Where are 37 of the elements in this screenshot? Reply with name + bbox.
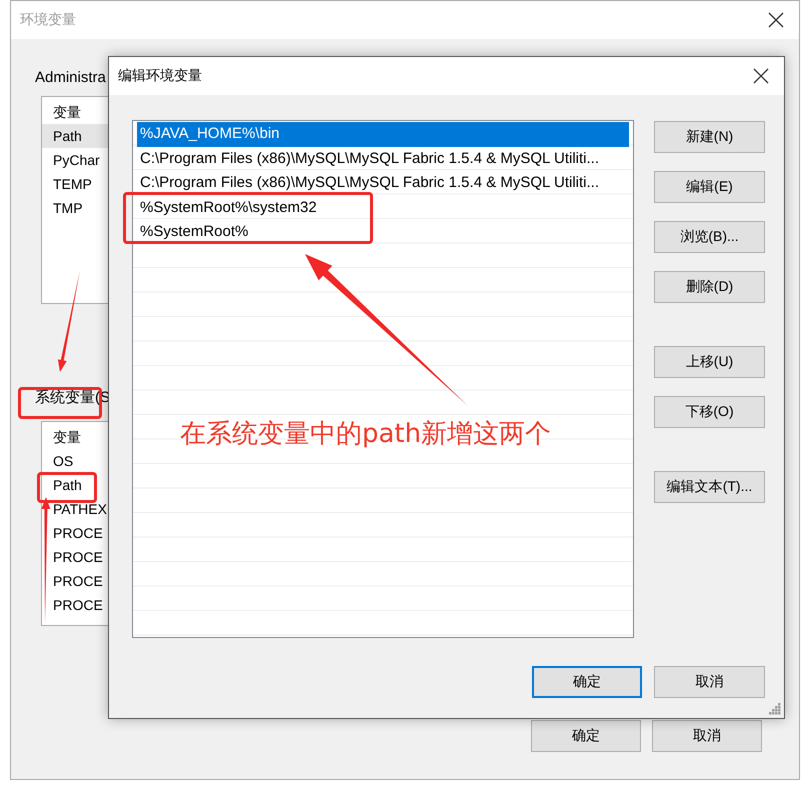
- path-entry[interactable]: %SystemRoot%\system32: [137, 196, 629, 220]
- column-header: 变量: [52, 103, 82, 122]
- annotation-text: 在系统变量中的path新增这两个: [180, 418, 552, 451]
- list-item[interactable]: TEMP: [42, 172, 110, 196]
- cancel-button[interactable]: 取消: [652, 720, 762, 752]
- action-button[interactable]: 上移(U): [654, 346, 765, 378]
- action-button[interactable]: 编辑文本(T)...: [654, 471, 765, 503]
- action-button[interactable]: 下移(O): [654, 396, 765, 428]
- list-item[interactable]: PROCE: [42, 521, 110, 545]
- group-label: Administra: [35, 69, 106, 86]
- action-button[interactable]: 浏览(B)...: [654, 221, 765, 253]
- action-button[interactable]: 编辑(E): [654, 171, 765, 203]
- path-entry[interactable]: %JAVA_HOME%\bin: [137, 122, 629, 146]
- cancel-button[interactable]: 取消: [654, 666, 765, 698]
- action-button[interactable]: 新建(N): [654, 121, 765, 153]
- resize-grip-icon[interactable]: [769, 703, 781, 715]
- list-item[interactable]: PROCE: [42, 569, 110, 593]
- list-item[interactable]: PROCE: [42, 593, 110, 617]
- close-button[interactable]: [752, 67, 770, 85]
- close-icon: [752, 67, 770, 85]
- list-item[interactable]: PROCE: [42, 545, 110, 569]
- list-item[interactable]: TMP: [42, 196, 110, 220]
- ok-button[interactable]: 确定: [531, 720, 641, 752]
- list-item[interactable]: PyChar: [42, 148, 110, 172]
- path-entry[interactable]: C:\Program Files (x86)\MySQL\MySQL Fabric 1.5.4 & MySQL Utiliti...: [137, 171, 629, 196]
- close-icon: [767, 11, 785, 29]
- highlight-box: [37, 472, 97, 503]
- ok-button[interactable]: 确定: [532, 666, 642, 698]
- path-entry[interactable]: %SystemRoot%: [137, 220, 629, 244]
- path-entry[interactable]: C:\Program Files (x86)\MySQL\MySQL Fabric 1.5.4 & MySQL Utiliti...: [137, 146, 629, 171]
- window-title: 环境变量: [20, 11, 76, 29]
- dialog-title: 编辑环境变量: [118, 67, 202, 85]
- close-button[interactable]: [767, 11, 785, 29]
- list-item[interactable]: Path: [42, 124, 110, 148]
- action-button[interactable]: 删除(D): [654, 271, 765, 303]
- list-item[interactable]: OS: [42, 449, 110, 473]
- column-header: 变量: [52, 428, 82, 447]
